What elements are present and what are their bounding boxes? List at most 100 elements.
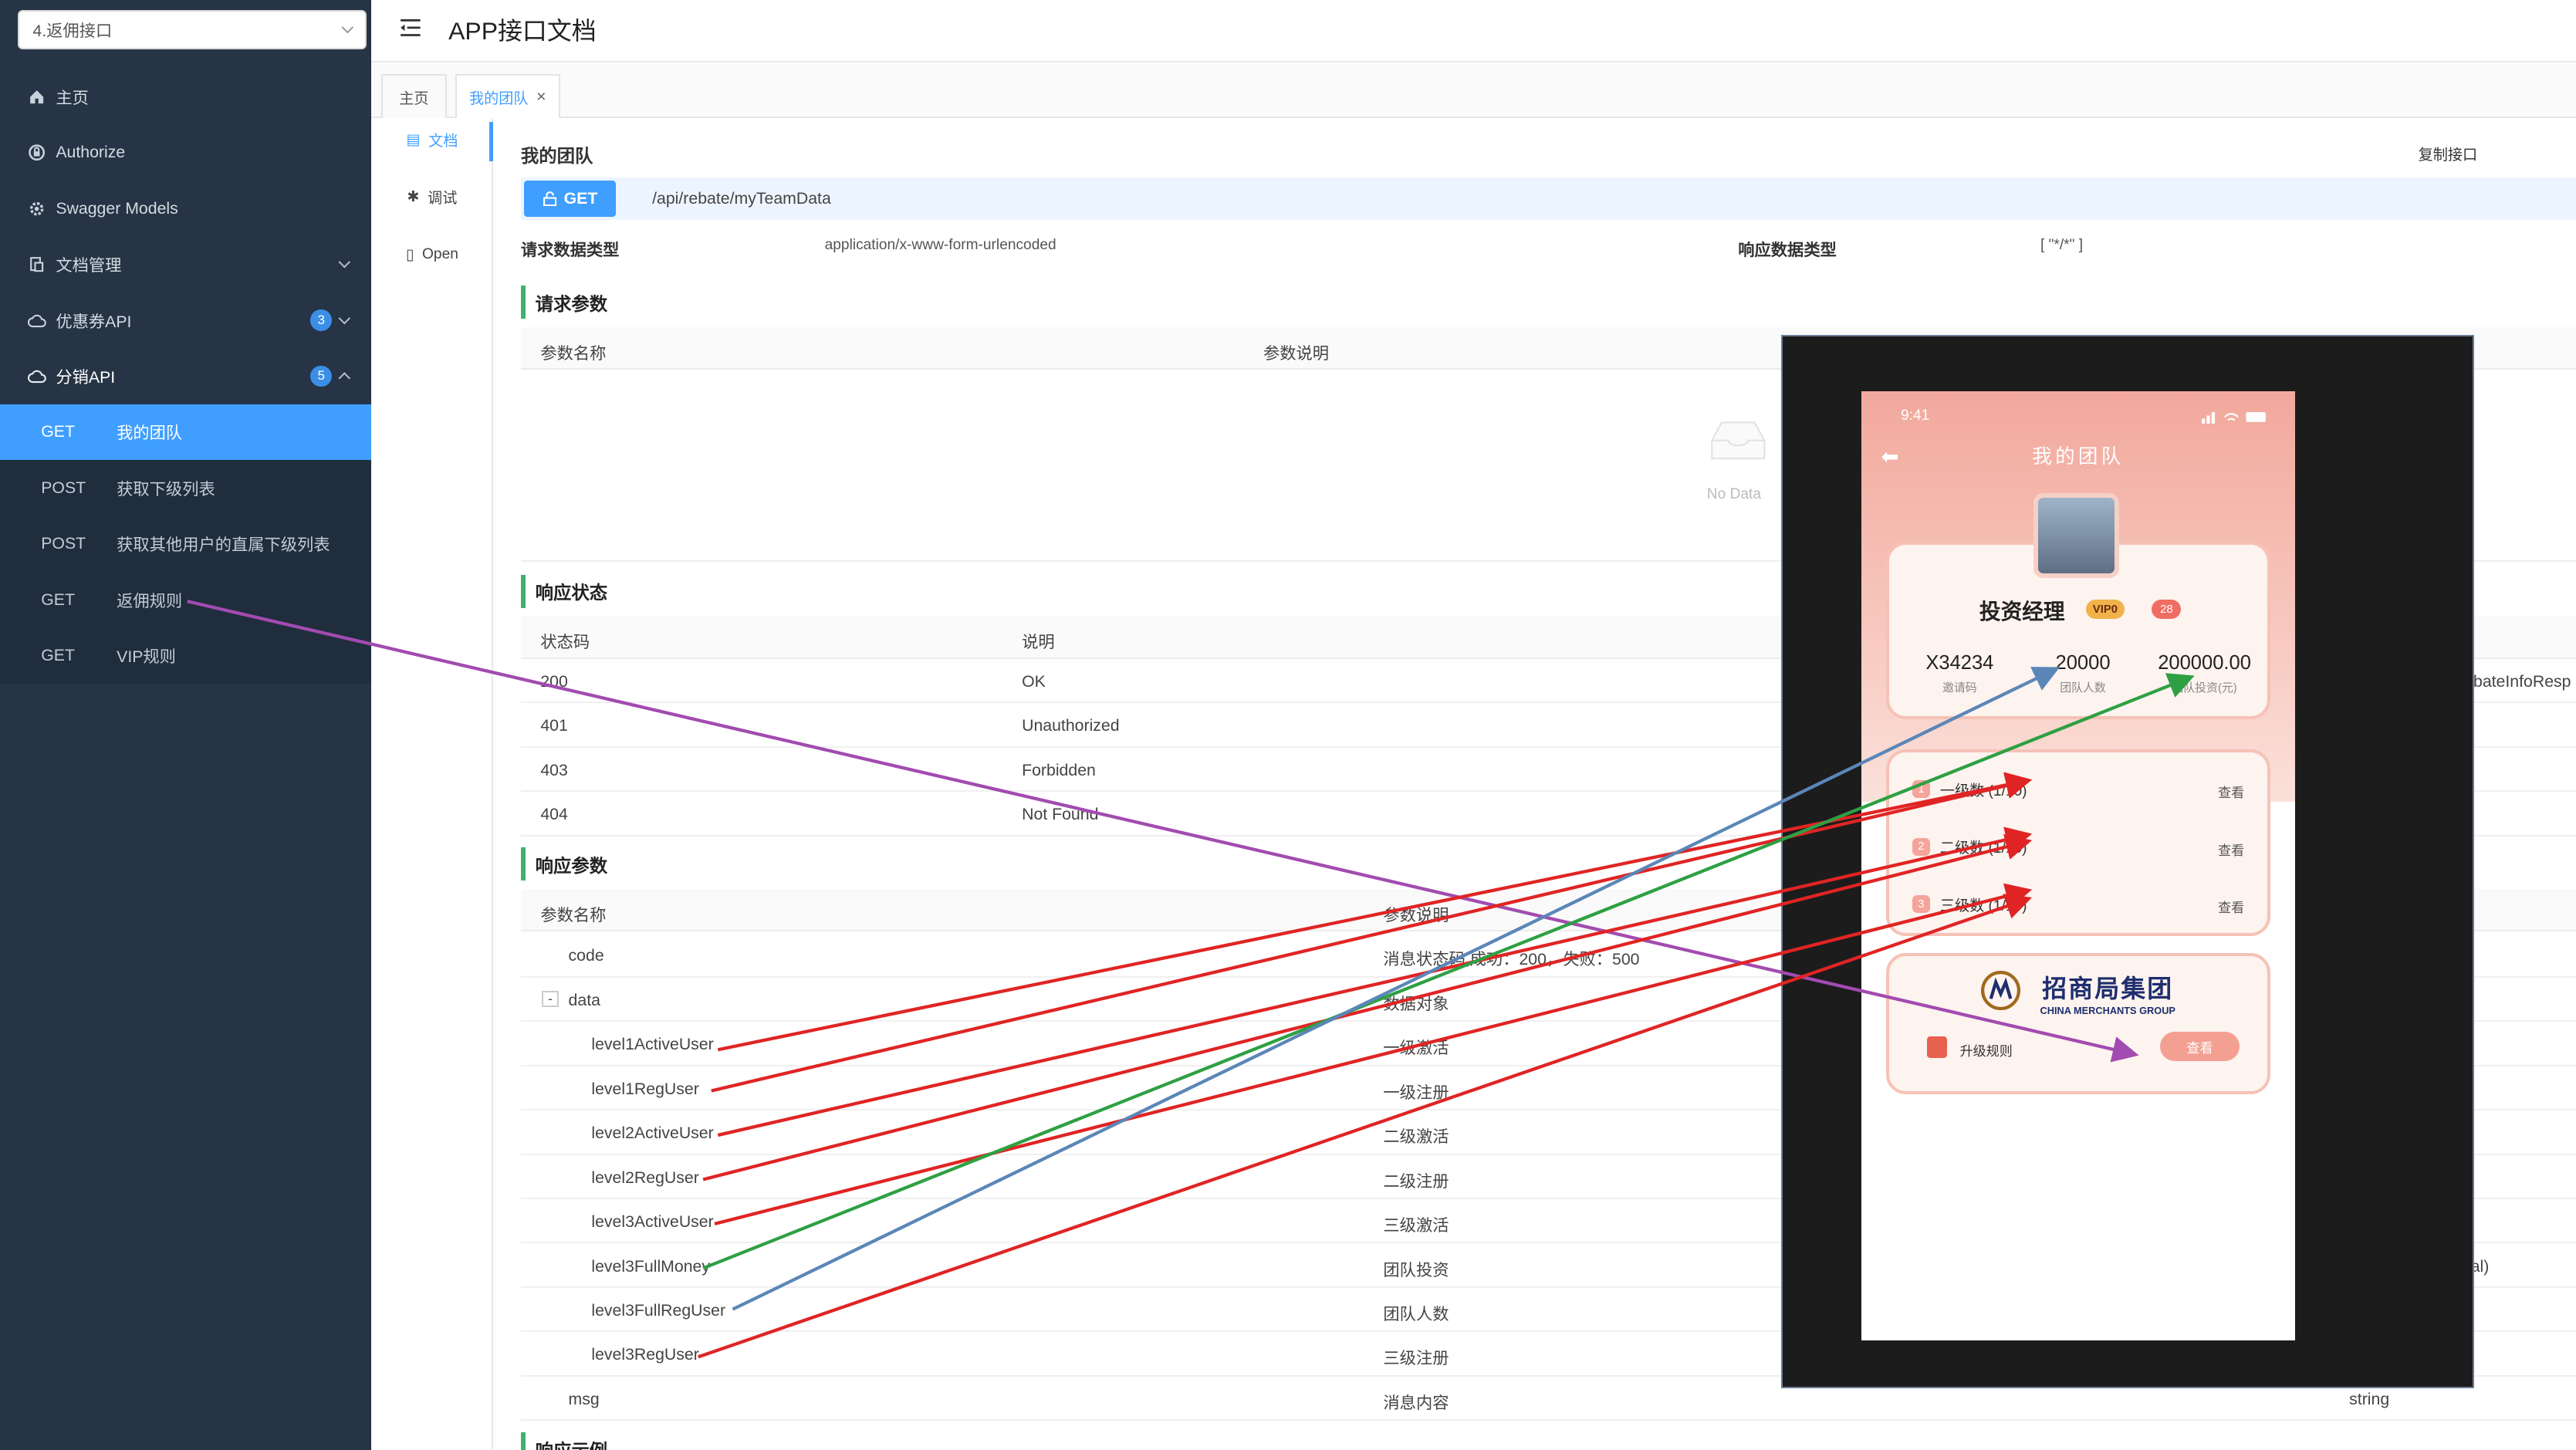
param-desc: 团队人数 xyxy=(1383,1304,1449,1323)
sidebar-item-home[interactable]: 主页 xyxy=(0,69,371,124)
stat-value: 20000 xyxy=(2055,651,2111,674)
view-button[interactable]: 查看 xyxy=(2218,897,2244,916)
req-type-value: application/x-www-form-urlencoded xyxy=(824,236,1056,253)
method-badge[interactable]: GET xyxy=(524,181,617,217)
status-code: 404 xyxy=(540,805,568,824)
sidebar-item-label: 主页 xyxy=(56,89,89,108)
chevron-down-icon xyxy=(338,312,350,324)
param-desc: 三级激活 xyxy=(1383,1216,1449,1235)
doc-nav-open[interactable]: ▯ Open xyxy=(371,235,493,274)
upgrade-rules-label: 升级规则 xyxy=(1959,1043,2013,1059)
param-desc: 三级注册 xyxy=(1383,1349,1449,1368)
doc-nav-label: 文档 xyxy=(428,133,458,150)
brand-name-en: CHINA MERCHANTS GROUP xyxy=(2040,1004,2175,1016)
sidebar-endpoint-vip-rules[interactable]: GET VIP规则 xyxy=(0,627,372,684)
http-method: GET xyxy=(41,590,75,609)
sidebar-item-coupon-api[interactable]: 优惠券API 3 xyxy=(0,292,371,348)
level-number: 2 xyxy=(1912,837,1931,856)
param-desc: 数据对象 xyxy=(1383,994,1449,1013)
count-badge: 5 xyxy=(310,365,333,387)
sidebar-item-doc-manage[interactable]: 文档管理 xyxy=(0,237,371,292)
level-label: 三级数 (1/10) xyxy=(1939,897,2027,914)
stat-team-invest: 200000.00 团队投资(元) xyxy=(2141,652,2269,695)
param-desc: 一级激活 xyxy=(1383,1039,1449,1058)
tab-bar: 主页 我的团队 × xyxy=(371,64,2576,119)
tab-my-team[interactable]: 我的团队 × xyxy=(455,73,560,119)
level-label: 二级数 (1/10) xyxy=(1939,840,2027,857)
doc-nav-doc[interactable]: ▤ 文档 xyxy=(371,120,493,159)
method-label: GET xyxy=(563,189,598,208)
doc-nav-label: 调试 xyxy=(428,191,458,208)
sidebar-item-distribution-api[interactable]: 分销API 5 xyxy=(0,348,371,404)
sidebar-item-label: Swagger Models xyxy=(56,198,178,218)
param-name: level1RegUser xyxy=(591,1079,699,1098)
count-badge: 3 xyxy=(310,309,333,331)
phone-screen: 9:41 ⬅ 我的团队 投资经理 VIP0 28 X34234 邀请码 2000… xyxy=(1861,390,2295,1341)
doc-nav-debug[interactable]: ✱ 调试 xyxy=(371,177,493,217)
doc-nav: ▤ 文档 ✱ 调试 ▯ Open xyxy=(371,118,493,1450)
document-icon xyxy=(28,255,46,273)
rules-icon xyxy=(1927,1036,1947,1058)
param-type: string xyxy=(2349,1389,2390,1408)
sidebar-endpoint-sub-list[interactable]: POST 获取下级列表 xyxy=(0,460,372,516)
section-response-example: 响应示例 xyxy=(520,1432,607,1450)
param-name: level2ActiveUser xyxy=(591,1124,714,1143)
home-icon xyxy=(28,88,46,106)
close-icon[interactable]: × xyxy=(536,87,546,106)
menu-fold-icon[interactable] xyxy=(399,16,422,39)
status-desc: Unauthorized xyxy=(1022,716,1120,735)
status-desc: Forbidden xyxy=(1022,760,1096,779)
sidebar-item-label: 分销API xyxy=(56,367,116,387)
level-row-2: 2 二级数 (1/10) xyxy=(1912,836,2027,857)
group-select[interactable]: 4.返佣接口 xyxy=(18,9,367,49)
vip-label: VIP0 xyxy=(2092,603,2118,616)
resp-type-label: 响应数据类型 xyxy=(1738,240,1837,259)
param-desc: 二级注册 xyxy=(1383,1171,1449,1191)
copy-api-link[interactable]: 复制接口 xyxy=(2419,143,2478,164)
group-select-value: 4.返佣接口 xyxy=(32,21,113,40)
page-title: APP接口文档 xyxy=(448,16,597,45)
param-name: level3ActiveUser xyxy=(591,1212,714,1232)
upgrade-view-button[interactable]: 查看 xyxy=(2160,1031,2240,1062)
level-number: 1 xyxy=(1912,780,1931,799)
sidebar-endpoint-rebate-rules[interactable]: GET 返佣规则 xyxy=(0,571,372,628)
view-button[interactable]: 查看 xyxy=(2218,840,2244,859)
tab-home[interactable]: 主页 xyxy=(380,73,447,119)
param-desc: 二级激活 xyxy=(1383,1127,1449,1147)
lock-icon xyxy=(28,144,46,161)
view-button[interactable]: 查看 xyxy=(2218,782,2244,801)
chevron-down-icon xyxy=(341,21,353,33)
sidebar-item-label: Authorize xyxy=(56,143,126,162)
status-code: 401 xyxy=(540,716,568,735)
avatar xyxy=(2033,492,2120,579)
status-desc: Not Found xyxy=(1022,805,1099,824)
sidebar-endpoint-other-sub-list[interactable]: POST 获取其他用户的直属下级列表 xyxy=(0,515,372,572)
sidebar-endpoint-my-team[interactable]: GET 我的团队 xyxy=(0,404,372,461)
button-label: 查看 xyxy=(2186,1040,2213,1056)
unlock-icon xyxy=(543,191,557,207)
stat-team-count: 20000 团队人数 xyxy=(2026,652,2141,695)
brand-name-zh: 招商局集团 xyxy=(2042,973,2174,1003)
endpoint-label: 获取下级列表 xyxy=(117,479,215,499)
sidebar-item-label: 优惠券API xyxy=(56,312,132,331)
status-desc: OK xyxy=(1022,671,1046,691)
levels-card: 1 一级数 (1/10) 查看 2 二级数 (1/10) 查看 3 三级数 (1… xyxy=(1885,749,2270,937)
http-method: GET xyxy=(41,422,75,441)
sidebar-item-authorize[interactable]: Authorize xyxy=(0,125,371,181)
param-desc: 消息内容 xyxy=(1383,1393,1449,1412)
param-name: level3RegUser xyxy=(591,1345,699,1364)
inbox-icon xyxy=(1711,421,1766,459)
endpoint-bar: GET /api/rebate/myTeamData xyxy=(520,177,2576,221)
brand-wordmark: 招商局集团 CHINA MERCHANTS GROUP xyxy=(2026,969,2190,1016)
sidebar-item-swagger-models[interactable]: Swagger Models xyxy=(0,181,371,236)
param-name: code xyxy=(568,946,604,965)
stat-invite-code: X34234 邀请码 xyxy=(1902,652,2017,695)
collapse-toggle[interactable]: - xyxy=(542,990,559,1007)
level-tag: 28 xyxy=(2152,599,2182,620)
param-name: data xyxy=(568,990,600,1009)
level-number: 3 xyxy=(1912,895,1931,914)
col-code: 状态码 xyxy=(540,633,590,652)
schema-link[interactable]: ebateInfoResp xyxy=(2464,672,2571,691)
resp-type-value: [ "*/*" ] xyxy=(2040,236,2084,253)
file-icon: ▯ xyxy=(405,246,414,263)
